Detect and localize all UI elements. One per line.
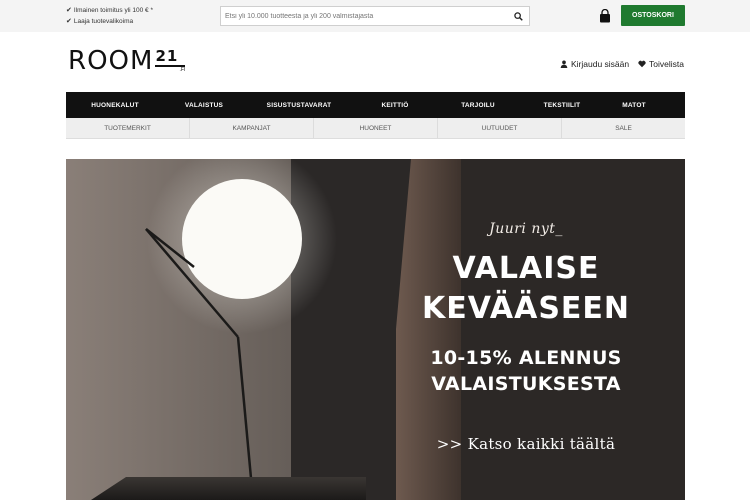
subnav-item-tuotemerkit[interactable]: TUOTEMERKIT [66,118,190,138]
wishlist-link[interactable]: Toivelista [638,59,684,69]
logo-number-mark: 21 .FI [155,47,186,73]
check-icon: ✔ [66,18,72,25]
hero-cta-link[interactable]: >> Katso kaikki täältä [411,435,641,453]
usp-free-shipping: ✔ Ilmainen toimitus yli 100 € * [66,6,153,14]
hero-sub-line-2: VALAISTUKSESTA [431,373,621,395]
subnav-item-kampanjat[interactable]: KAMPANJAT [190,118,314,138]
hero-headline: VALAISE KEVÄÄSEEN [411,249,641,329]
logo-number: 21 [155,47,179,65]
hero-subheadline: 10-15% ALENNUS VALAISTUKSESTA [411,345,641,397]
heart-icon [638,60,646,68]
shopping-bag-icon[interactable] [598,9,612,23]
nav-item-tekstiilit[interactable]: TEKSTIILIT [520,92,604,118]
usp-wide-selection-text: Laaja tuotevalikoima [73,18,134,25]
login-link[interactable]: Kirjaudu sisään [560,59,629,69]
search-bar [220,6,530,26]
nav-item-huonekalut[interactable]: HUONEKALUT [66,92,164,118]
nav-item-tarjoilu[interactable]: TARJOILU [436,92,520,118]
top-utility-bar: ✔ Ilmainen toimitus yli 100 € * ✔ Laaja tu… [0,0,750,32]
check-icon: ✔ [66,7,72,14]
logo-wordmark: ROOM [68,46,154,76]
cart-button[interactable]: OSTOSKORI [621,5,685,26]
logo-domain-suffix: .FI [179,67,186,73]
site-logo[interactable]: ROOM 21 .FI [68,46,186,80]
nav-item-matot[interactable]: MATOT [604,92,664,118]
subnav-item-sale[interactable]: SALE [562,118,685,138]
search-button[interactable] [507,7,529,25]
sub-navigation: TUOTEMERKIT KAMPANJAT HUONEET UUTUUDET S… [66,118,685,139]
user-icon [560,60,568,68]
hero-kicker: Juuri nyt_ [489,221,563,237]
nav-item-valaistus[interactable]: VALAISTUS [164,92,244,118]
hero-banner[interactable]: Juuri nyt_ VALAISE KEVÄÄSEEN 10-15% ALEN… [66,159,685,500]
search-input[interactable] [221,7,507,25]
usp-wide-selection: ✔ Laaja tuotevalikoima [66,17,133,25]
usp-free-shipping-text: Ilmainen toimitus yli 100 € * [73,7,153,14]
nav-item-sisustustavarat[interactable]: SISUSTUSTAVARAT [244,92,354,118]
wishlist-label: Toivelista [649,59,684,69]
hero-headline-line-2: KEVÄÄSEEN [421,291,631,326]
hero-headline-line-1: VALAISE [452,251,600,286]
login-label: Kirjaudu sisään [571,59,630,69]
subnav-item-uutuudet[interactable]: UUTUUDET [438,118,562,138]
subnav-item-huoneet[interactable]: HUONEET [314,118,438,138]
main-navigation: HUONEKALUT VALAISTUS SISUSTUSTAVARAT KEI… [66,92,685,118]
search-icon [513,11,523,21]
hero-sub-line-1: 10-15% ALENNUS [430,347,622,369]
nav-item-keittio[interactable]: KEITTIÖ [354,92,436,118]
